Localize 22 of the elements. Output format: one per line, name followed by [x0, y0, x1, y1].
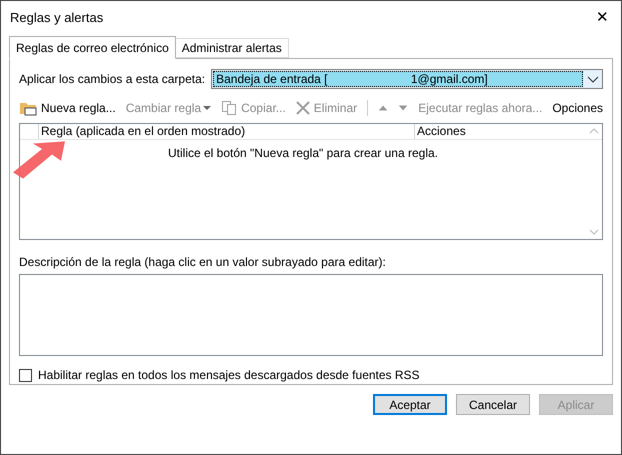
caret-icon	[203, 105, 212, 111]
folder-dropdown[interactable]: Bandeja de entrada [ 1@gmail.com]	[211, 69, 603, 89]
copy-icon	[221, 100, 238, 116]
column-header[interactable]: Acciones	[414, 124, 586, 139]
toolbar-button[interactable]: Nueva regla...	[19, 99, 116, 117]
dialog-button[interactable]: Cancelar	[456, 394, 530, 415]
tab[interactable]: Reglas de correo electrónico	[9, 36, 176, 59]
scroll-down-icon[interactable]	[588, 227, 600, 238]
column-header[interactable]: Regla (aplicada en el orden mostrado)	[38, 124, 414, 139]
window-title: Reglas y alertas	[10, 9, 104, 28]
close-button[interactable]: ✕	[592, 6, 613, 30]
pointer-arrow	[11, 140, 67, 180]
dialog-button[interactable]: Aceptar	[373, 394, 447, 415]
tab[interactable]: Administrar alertas	[176, 38, 289, 58]
close-icon	[296, 101, 310, 115]
description-label: Descripción de la regla (haga clic en un valor subrayado para editar):	[19, 254, 387, 272]
checkbox[interactable]	[19, 368, 32, 382]
checkbox-label: Habilitar reglas en todos los mensajes descargados desde fuentes RSS	[38, 367, 420, 384]
empty-message: Utilice el botón "Nueva regla" para crear una regla.	[168, 146, 438, 160]
toolbar-button[interactable]: Opciones	[552, 99, 604, 117]
folder-label: Aplicar los cambios a esta carpeta:	[19, 71, 206, 88]
folder-icon	[19, 100, 37, 116]
